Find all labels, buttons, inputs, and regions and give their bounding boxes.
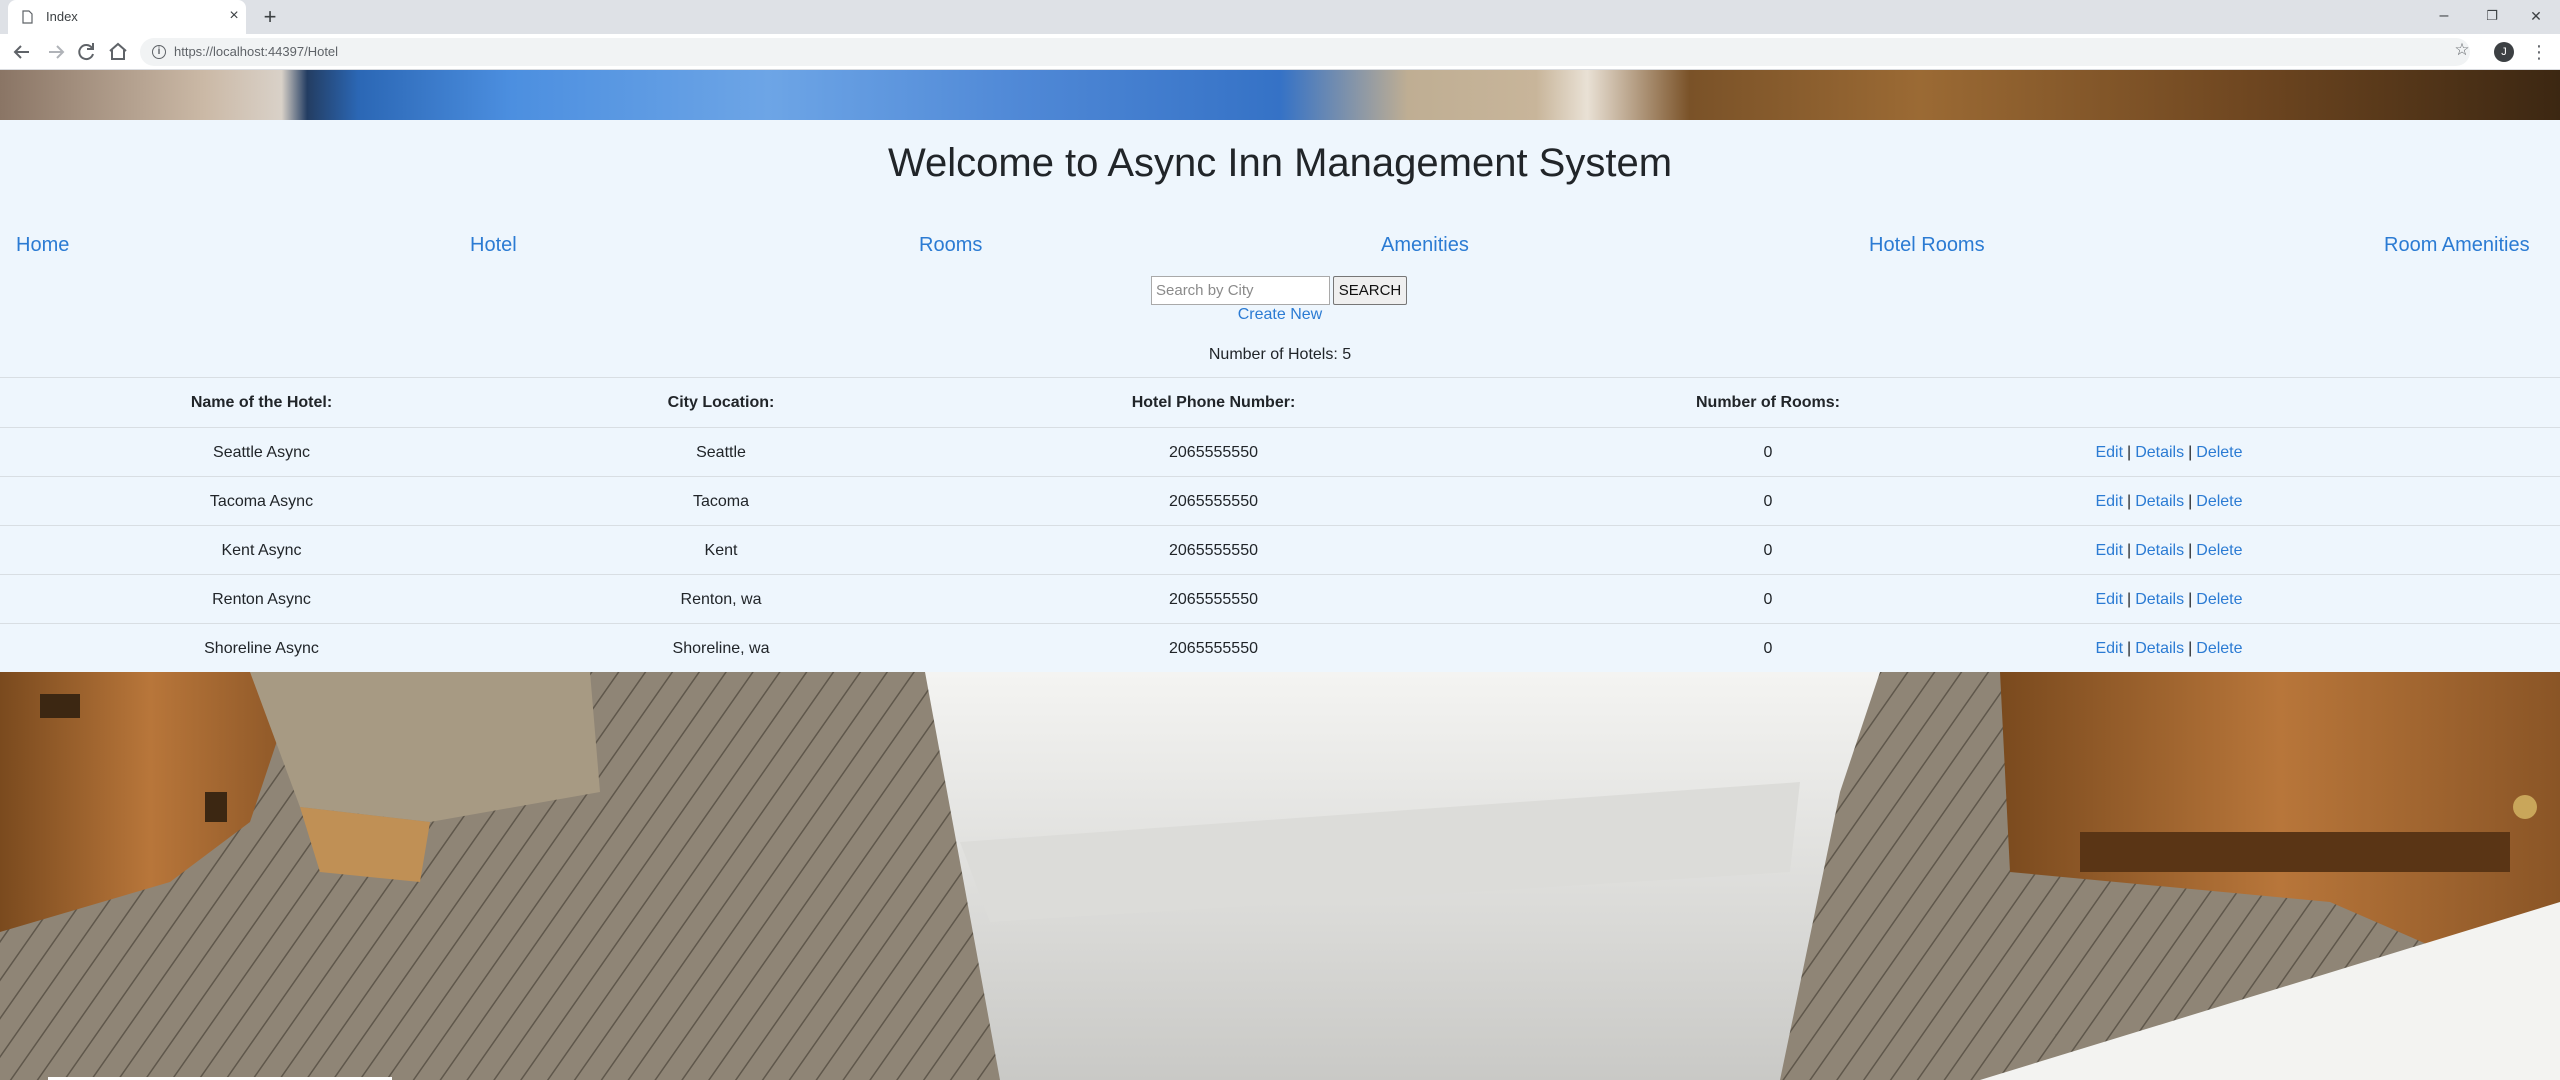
hotel-name-cell: Kent Async bbox=[221, 542, 302, 559]
details-link[interactable]: Details bbox=[2135, 444, 2184, 461]
edit-link[interactable]: Edit bbox=[2095, 542, 2123, 559]
table-row: Renton Async Renton, wa 2065555550 0 Edi… bbox=[0, 574, 2560, 623]
rooms-cell: 0 bbox=[1763, 444, 1773, 461]
row-actions: Edit | Details | Delete bbox=[2028, 624, 2310, 673]
details-link[interactable]: Details bbox=[2135, 542, 2184, 559]
table-header-row: Name of the Hotel: City Location: Hotel … bbox=[0, 377, 2560, 427]
header-city: City Location: bbox=[667, 394, 775, 411]
nav-room-amenities[interactable]: Room Amenities bbox=[2384, 234, 2530, 257]
nav-hotel[interactable]: Hotel bbox=[470, 234, 517, 257]
action-separator: | bbox=[2188, 444, 2193, 461]
nav-home[interactable]: Home bbox=[16, 234, 69, 257]
table-row: Kent Async Kent 2065555550 0 Edit | Detail… bbox=[0, 525, 2560, 574]
nav-rooms[interactable]: Rooms bbox=[919, 234, 982, 257]
phone-cell: 2065555550 bbox=[1169, 493, 1258, 510]
row-actions: Edit | Details | Delete bbox=[2028, 477, 2310, 526]
city-cell: Kent bbox=[704, 542, 738, 559]
delete-link[interactable]: Delete bbox=[2196, 444, 2242, 461]
action-separator: | bbox=[2188, 591, 2193, 608]
rooms-cell: 0 bbox=[1763, 542, 1773, 559]
delete-link[interactable]: Delete bbox=[2196, 542, 2242, 559]
edit-link[interactable]: Edit bbox=[2095, 444, 2123, 461]
city-cell: Shoreline, wa bbox=[672, 640, 770, 657]
details-link[interactable]: Details bbox=[2135, 640, 2184, 657]
action-separator: | bbox=[2127, 542, 2132, 559]
edit-link[interactable]: Edit bbox=[2095, 493, 2123, 510]
hotel-name-cell: Renton Async bbox=[212, 591, 311, 608]
tab-close-icon[interactable]: × bbox=[226, 8, 242, 24]
search-button[interactable]: SEARCH bbox=[1333, 276, 1407, 305]
close-window-icon[interactable]: ✕ bbox=[2516, 2, 2556, 30]
create-new-link[interactable]: Create New bbox=[0, 306, 2560, 324]
table-row: Tacoma Async Tacoma 2065555550 0 Edit | De… bbox=[0, 476, 2560, 525]
edit-link[interactable]: Edit bbox=[2095, 591, 2123, 608]
details-link[interactable]: Details bbox=[2135, 493, 2184, 510]
header-phone: Hotel Phone Number: bbox=[1131, 394, 1296, 411]
browser-menu-icon[interactable]: ⋮ bbox=[2530, 40, 2548, 64]
rooms-cell: 0 bbox=[1763, 591, 1773, 608]
back-icon[interactable] bbox=[10, 40, 34, 64]
hotel-name-cell: Seattle Async bbox=[213, 444, 310, 461]
delete-link[interactable]: Delete bbox=[2196, 493, 2242, 510]
background-image-top bbox=[0, 70, 2560, 120]
minimize-icon[interactable]: – bbox=[2424, 2, 2464, 30]
action-separator: | bbox=[2127, 640, 2132, 657]
header-hotel-name: Name of the Hotel: bbox=[190, 394, 333, 411]
profile-avatar[interactable]: J bbox=[2494, 42, 2514, 62]
search-city-input[interactable] bbox=[1151, 276, 1330, 305]
phone-cell: 2065555550 bbox=[1169, 444, 1258, 461]
forward-icon[interactable] bbox=[44, 40, 68, 64]
new-tab-icon[interactable]: + bbox=[258, 5, 282, 29]
address-bar[interactable]: i https://localhost:44397/Hotel bbox=[140, 38, 2470, 66]
delete-link[interactable]: Delete bbox=[2196, 640, 2242, 657]
row-actions: Edit | Details | Delete bbox=[2028, 428, 2310, 477]
phone-cell: 2065555550 bbox=[1169, 640, 1258, 657]
table-row: Shoreline Async Shoreline, wa 2065555550… bbox=[0, 623, 2560, 672]
browser-toolbar: i https://localhost:44397/Hotel ☆ J ⋮ bbox=[0, 34, 2560, 70]
delete-link[interactable]: Delete bbox=[2196, 591, 2242, 608]
hotel-name-cell: Tacoma Async bbox=[209, 493, 314, 510]
nav-amenities[interactable]: Amenities bbox=[1381, 234, 1469, 257]
tab-title: Index bbox=[46, 9, 78, 24]
home-icon[interactable] bbox=[106, 40, 130, 64]
browser-tab[interactable]: Index × bbox=[8, 0, 246, 34]
rooms-cell: 0 bbox=[1763, 493, 1773, 510]
edit-link[interactable]: Edit bbox=[2095, 640, 2123, 657]
action-separator: | bbox=[2188, 542, 2193, 559]
hotels-table: Name of the Hotel: City Location: Hotel … bbox=[0, 377, 2560, 672]
header-rooms: Number of Rooms: bbox=[1696, 394, 1840, 411]
hotel-name-cell: Shoreline Async bbox=[204, 640, 319, 657]
phone-cell: 2065555550 bbox=[1169, 591, 1258, 608]
action-separator: | bbox=[2127, 591, 2132, 608]
city-cell: Renton, wa bbox=[680, 591, 762, 608]
page-title: Welcome to Async Inn Management System bbox=[887, 141, 1673, 185]
table-row: Seattle Async Seattle 2065555550 0 Edit |… bbox=[0, 427, 2560, 476]
details-link[interactable]: Details bbox=[2135, 591, 2184, 608]
action-separator: | bbox=[2188, 493, 2193, 510]
restore-icon[interactable]: ❐ bbox=[2472, 2, 2512, 30]
nav-hotel-rooms[interactable]: Hotel Rooms bbox=[1869, 234, 1985, 257]
page-icon bbox=[22, 10, 33, 24]
address-url[interactable]: https://localhost:44397/Hotel bbox=[174, 44, 338, 59]
browser-tab-strip: Index × + – ❐ ✕ bbox=[0, 0, 2560, 34]
background-image-hotel-room bbox=[0, 672, 2560, 1080]
city-cell: Seattle bbox=[696, 444, 746, 461]
action-separator: | bbox=[2127, 493, 2132, 510]
page-viewport: Welcome to Async Inn Management System H… bbox=[0, 70, 2560, 1080]
phone-cell: 2065555550 bbox=[1169, 542, 1258, 559]
city-cell: Tacoma bbox=[692, 493, 750, 510]
hotel-count: Number of Hotels: 5 bbox=[1208, 346, 1352, 363]
site-info-icon[interactable]: i bbox=[152, 45, 166, 59]
reload-icon[interactable] bbox=[74, 40, 98, 64]
row-actions: Edit | Details | Delete bbox=[2028, 575, 2310, 624]
rooms-cell: 0 bbox=[1763, 640, 1773, 657]
action-separator: | bbox=[2127, 444, 2132, 461]
action-separator: | bbox=[2188, 640, 2193, 657]
bookmark-star-icon[interactable]: ☆ bbox=[2452, 40, 2472, 60]
row-actions: Edit | Details | Delete bbox=[2028, 526, 2310, 575]
main-content: Welcome to Async Inn Management System H… bbox=[0, 120, 2560, 672]
